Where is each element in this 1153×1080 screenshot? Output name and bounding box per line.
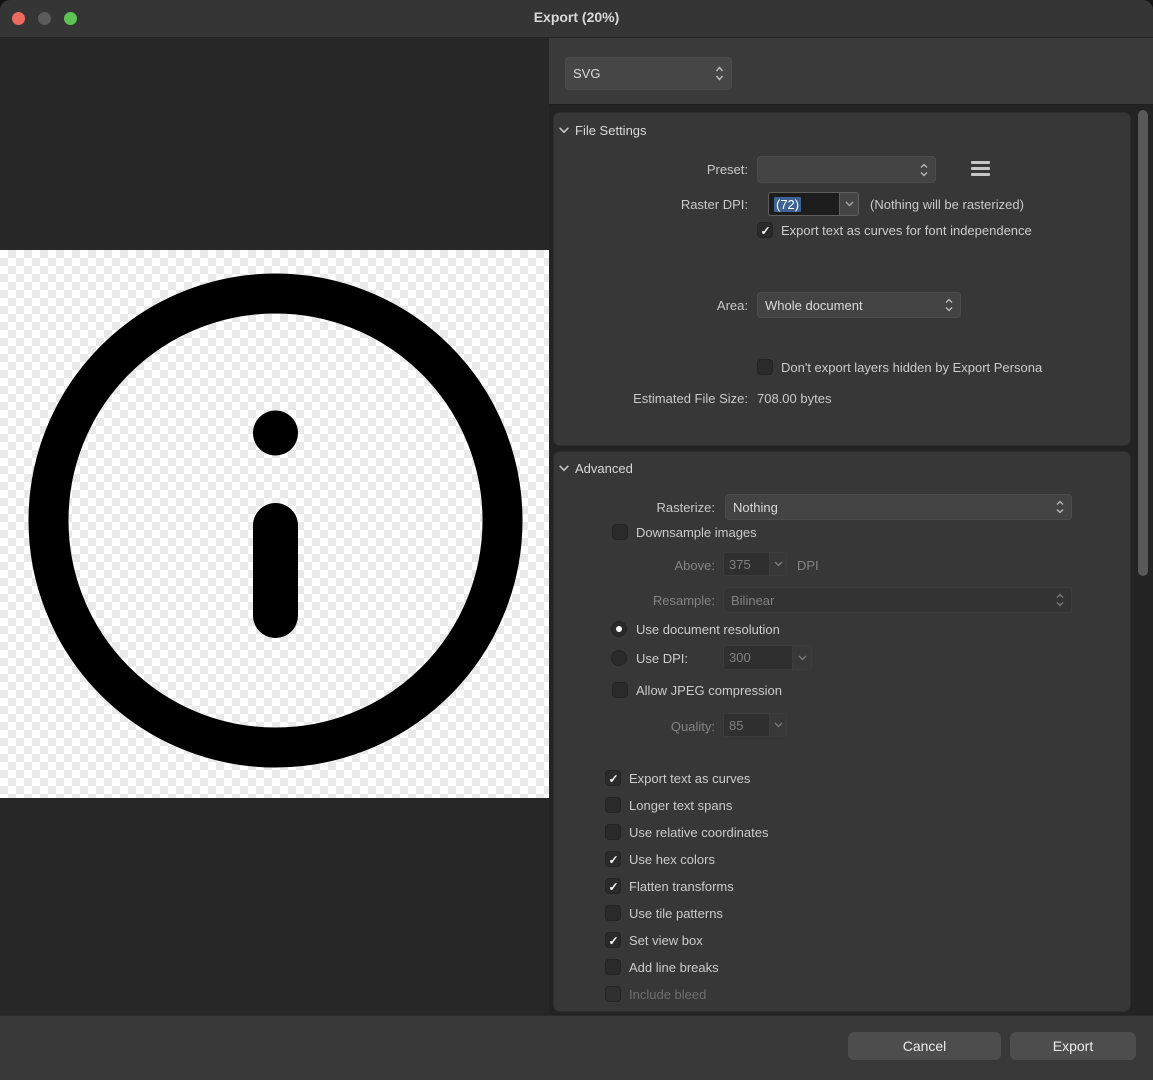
flatten-transforms-label: Flatten transforms [629,878,734,895]
chevron-down-icon [774,561,783,567]
quality-dropdown-button[interactable] [769,713,787,737]
raster-dpi-label: Raster DPI: [548,196,748,213]
raster-dpi-note: (Nothing will be rasterized) [870,196,1024,213]
use-hex-colors-label: Use hex colors [629,851,715,868]
rasterize-select[interactable]: Nothing [725,494,1072,520]
above-combo[interactable]: 375 [723,552,787,576]
format-select[interactable]: SVG [565,57,732,90]
flatten-transforms-checkbox[interactable] [605,878,621,894]
export-text-curves-label: Export text as curves [629,770,750,787]
resample-select-value: Bilinear [731,593,1052,608]
set-view-box-checkbox[interactable] [605,932,621,948]
stepper-icon [1056,593,1064,607]
raster-dpi-combo[interactable]: (72) [768,192,859,216]
format-select-value: SVG [573,66,711,81]
dont-export-hidden-checkbox[interactable] [757,359,773,375]
estimated-size-label: Estimated File Size: [548,390,748,407]
quality-label: Quality: [515,718,715,735]
above-dropdown-button[interactable] [769,552,787,576]
set-view-box-label: Set view box [629,932,703,949]
window-title: Export (20%) [0,9,1153,25]
export-button[interactable]: Export [1010,1032,1136,1060]
quality-input[interactable]: 85 [723,713,769,737]
use-dpi-input[interactable]: 300 [723,645,792,670]
include-bleed-label: Include bleed [629,986,706,1003]
use-dpi-value: 300 [729,650,751,665]
advanced-header[interactable]: Advanced [575,461,633,476]
chevron-down-icon [845,201,854,207]
raster-dpi-input[interactable]: (72) [768,192,839,216]
scrollbar-thumb[interactable] [1138,110,1148,576]
stepper-icon [1056,500,1064,514]
use-dpi-combo[interactable]: 300 [723,645,812,670]
chevron-down-icon[interactable] [558,126,570,134]
area-select-value: Whole document [765,298,941,313]
file-settings-header[interactable]: File Settings [575,123,647,138]
longer-text-spans-label: Longer text spans [629,797,732,814]
export-text-curves-font-label: Export text as curves for font independe… [781,222,1032,239]
resample-select[interactable]: Bilinear [723,587,1072,613]
raster-dpi-dropdown-button[interactable] [839,192,859,216]
info-icon-preview [27,272,524,769]
use-relative-coordinates-checkbox[interactable] [605,824,621,840]
export-text-curves-checkbox[interactable] [605,770,621,786]
use-tile-patterns-label: Use tile patterns [629,905,723,922]
footer-bar: Cancel Export [0,1015,1153,1080]
add-line-breaks-label: Add line breaks [629,959,719,976]
dont-export-hidden-label: Don't export layers hidden by Export Per… [781,359,1042,376]
stepper-icon [715,66,724,81]
export-text-curves-font-checkbox[interactable] [757,222,773,238]
use-hex-colors-checkbox[interactable] [605,851,621,867]
cancel-button[interactable]: Cancel [848,1032,1001,1060]
rasterize-select-value: Nothing [733,500,1052,515]
resample-label: Resample: [515,592,715,609]
use-doc-resolution-label: Use document resolution [636,621,780,638]
use-tile-patterns-checkbox[interactable] [605,905,621,921]
preset-select[interactable] [757,156,936,183]
downsample-label: Downsample images [636,524,757,541]
quality-value: 85 [729,718,743,733]
add-line-breaks-checkbox[interactable] [605,959,621,975]
rasterize-label: Rasterize: [515,499,715,516]
above-label: Above: [515,557,715,574]
longer-text-spans-checkbox[interactable] [605,797,621,813]
chevron-down-icon [798,655,807,661]
stepper-icon [920,163,928,177]
preset-label: Preset: [548,161,748,178]
above-dpi-suffix: DPI [797,557,819,574]
above-value: 375 [729,557,751,572]
area-select[interactable]: Whole document [757,292,961,318]
use-doc-resolution-radio[interactable] [611,621,627,637]
raster-dpi-value: (72) [774,197,801,212]
export-dialog: Export (20%) SVG File Settings Preset: R… [0,0,1153,1080]
allow-jpeg-checkbox[interactable] [612,682,628,698]
use-dpi-radio[interactable] [611,650,627,666]
allow-jpeg-label: Allow JPEG compression [636,682,782,699]
above-input[interactable]: 375 [723,552,769,576]
stepper-icon [945,298,953,312]
include-bleed-checkbox[interactable] [605,986,621,1002]
estimated-size-value: 708.00 bytes [757,390,831,407]
preset-menu-icon[interactable] [971,161,990,176]
use-dpi-label: Use DPI: [636,650,688,667]
chevron-down-icon[interactable] [558,464,570,472]
quality-combo[interactable]: 85 [723,713,787,737]
area-label: Area: [548,297,748,314]
downsample-checkbox[interactable] [612,524,628,540]
use-dpi-dropdown-button[interactable] [792,645,812,670]
chevron-down-icon [774,722,783,728]
titlebar: Export (20%) [0,0,1153,38]
use-relative-coordinates-label: Use relative coordinates [629,824,768,841]
export-preview[interactable] [0,38,549,1015]
